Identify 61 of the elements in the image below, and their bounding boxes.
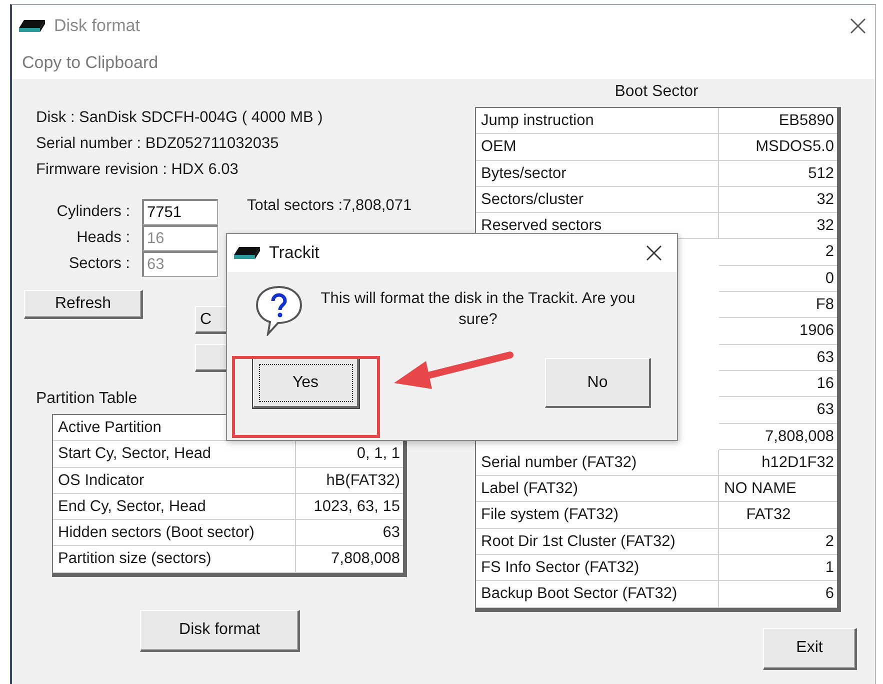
- table-cell: 63: [719, 344, 837, 371]
- dialog-title: Trackit: [269, 243, 320, 263]
- total-sectors-text: Total sectors :7,808,071: [247, 197, 412, 216]
- dialog-message: This will format the disk in the Trackit. Are you sure?: [320, 289, 636, 330]
- field-label: Cylinders :: [56, 203, 131, 221]
- table-cell: OEM: [476, 134, 719, 161]
- table-cell: 63: [719, 397, 837, 424]
- field-label: Heads :: [76, 229, 131, 247]
- table-cell: Hidden sectors (Boot sector): [53, 520, 296, 546]
- window-title: Disk format: [54, 16, 141, 36]
- question-icon: [253, 284, 305, 336]
- menu-item[interactable]: Copy to Clipboard: [22, 53, 158, 73]
- input-field[interactable]: 7751: [142, 199, 218, 225]
- table-cell: h12D1F32: [719, 450, 837, 476]
- table-cell: End Cy, Sector, Head: [53, 494, 296, 520]
- table-cell: Partition size (sectors): [53, 546, 296, 573]
- table-cell: Bytes/sector: [476, 160, 719, 187]
- disk-info-text: Firmware revision : HDX 6.03: [36, 160, 240, 180]
- table-cell: Sectors/cluster: [476, 186, 719, 214]
- disk-drive-icon: [18, 19, 46, 33]
- table-cell: 512: [719, 160, 837, 187]
- table-cell: 63: [296, 520, 403, 546]
- table-cell: MSDOS5.0: [719, 134, 837, 161]
- table-cell: F8: [719, 292, 837, 318]
- disk-format-button[interactable]: Disk format: [140, 610, 300, 652]
- table-cell: 1023, 63, 15: [296, 494, 403, 520]
- section-title: Partition Table: [36, 390, 138, 408]
- table-cell: Jump instruction: [476, 108, 719, 134]
- table-cell: Label (FAT32): [476, 476, 719, 502]
- close-icon[interactable]: [645, 244, 663, 262]
- table-cell: 16: [719, 370, 837, 398]
- dialog-button[interactable]: Yes: [253, 358, 359, 408]
- table-cell: 2: [719, 239, 837, 266]
- disk-info-text: Serial number : BDZ052711032035: [36, 134, 280, 154]
- table-cell: 7,808,008: [719, 424, 837, 450]
- close-icon[interactable]: [849, 17, 867, 35]
- table-cell: hB(FAT32): [296, 468, 403, 494]
- table-cell: 7,808,008: [296, 546, 403, 573]
- dialog-button[interactable]: No: [545, 358, 651, 408]
- table-cell: EB5890: [719, 108, 837, 134]
- table-cell: 1: [719, 555, 837, 582]
- table-cell: OS Indicator: [53, 468, 296, 494]
- table-cell: 2: [719, 528, 837, 556]
- table-cell: Root Dir 1st Cluster (FAT32): [476, 528, 719, 556]
- table-cell: Serial number (FAT32): [476, 450, 719, 476]
- table-cell: 32: [719, 213, 837, 240]
- disk-drive-icon: [233, 246, 261, 260]
- disk-info-text: Disk : SanDisk SDCFH-004G ( 4000 MB ): [36, 108, 324, 128]
- field-label: Sectors :: [68, 255, 131, 273]
- table-cell: 6: [719, 581, 837, 608]
- table-cell: 1906: [719, 318, 837, 345]
- table-cell: NO NAME: [719, 476, 837, 502]
- section-title: Boot Sector: [614, 83, 700, 101]
- exit-button[interactable]: Exit: [763, 628, 857, 670]
- table-cell: File system (FAT32): [476, 502, 719, 529]
- table-cell: 32: [719, 186, 837, 214]
- table-cell: FS Info Sector (FAT32): [476, 555, 719, 582]
- refresh-button[interactable]: Refresh: [24, 290, 143, 319]
- table-cell: 0: [719, 266, 837, 292]
- table-cell: Backup Boot Sector (FAT32): [476, 581, 719, 608]
- table-cell: FAT32: [719, 502, 837, 529]
